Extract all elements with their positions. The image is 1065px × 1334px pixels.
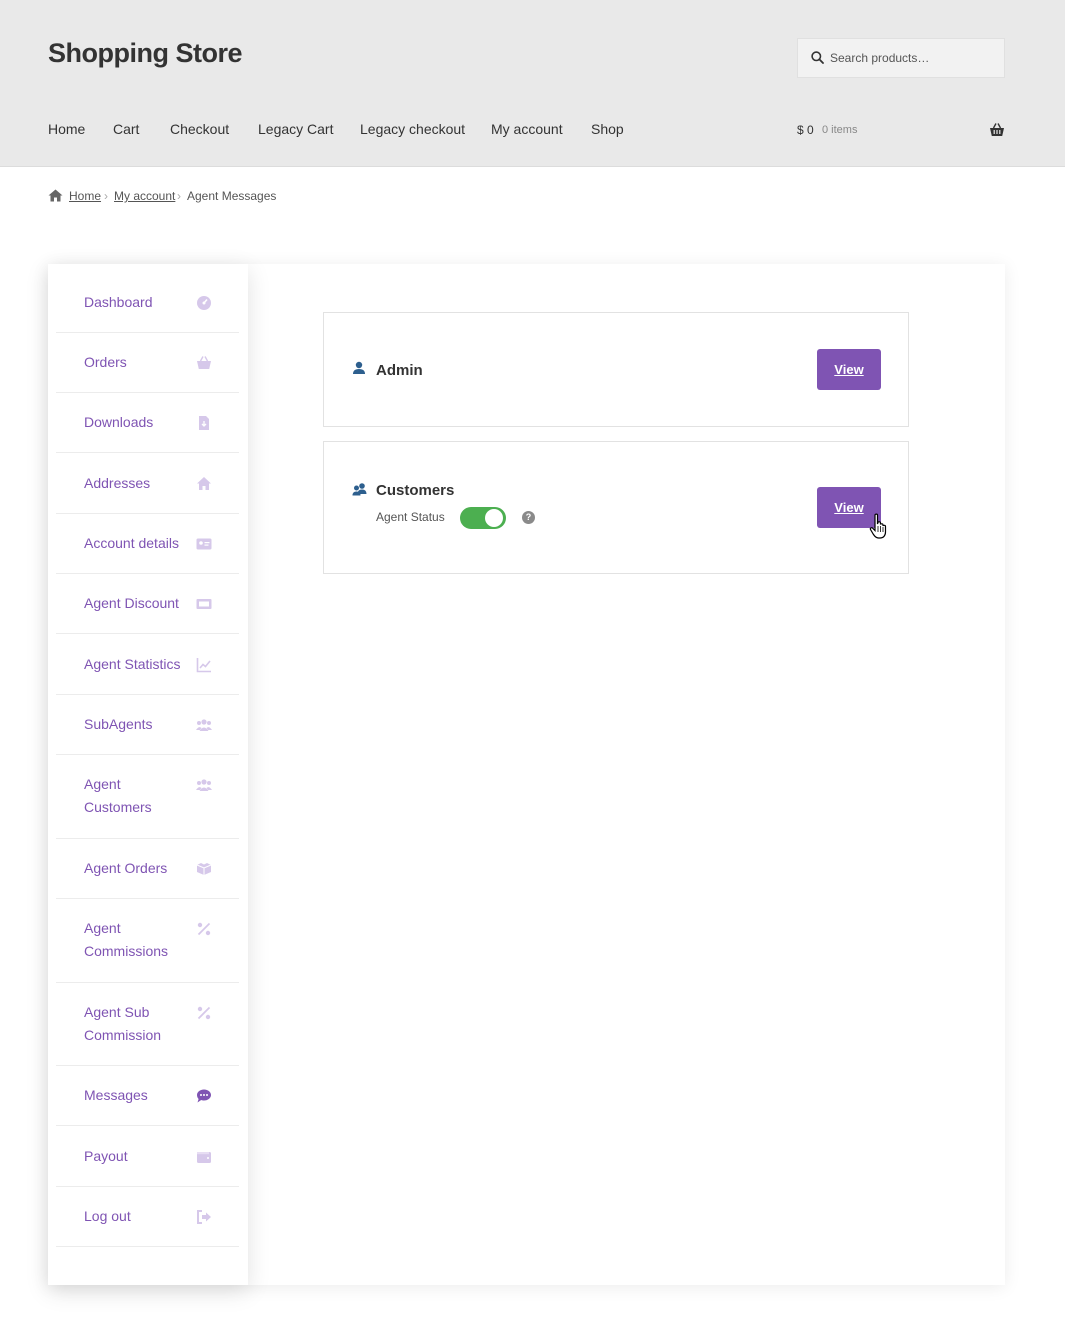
- nav-legacy-checkout[interactable]: Legacy checkout: [360, 121, 465, 137]
- sidebar-item-subagents[interactable]: SubAgents: [56, 695, 239, 755]
- sidebar-item-label: Agent Sub Commission: [84, 1004, 162, 1043]
- breadcrumb-home[interactable]: Home: [69, 189, 101, 203]
- nav-shop[interactable]: Shop: [591, 121, 624, 137]
- message-card-admin: Admin View: [323, 312, 909, 427]
- sidebar-item-label: Log out: [84, 1208, 131, 1224]
- sign-out-icon: [197, 1210, 211, 1224]
- id-card-icon: [196, 538, 212, 550]
- sidebar-item-orders[interactable]: Orders: [56, 333, 239, 393]
- sidebar-item-label: Orders: [84, 354, 127, 370]
- nav-checkout[interactable]: Checkout: [170, 121, 229, 137]
- wallet-icon: [197, 1152, 211, 1163]
- breadcrumb-my-account[interactable]: My account: [114, 189, 175, 203]
- sidebar-item-label: Addresses: [84, 475, 151, 491]
- sidebar-item-label: Agent Discount: [84, 595, 179, 611]
- sidebar-item-addresses[interactable]: Addresses: [56, 453, 239, 514]
- sidebar-item-log-out[interactable]: Log out: [56, 1187, 239, 1247]
- cart-count: 0 items: [822, 124, 858, 136]
- sidebar-item-agent-statistics[interactable]: Agent Statistics: [56, 634, 239, 695]
- sidebar-item-label: Agent Commissions: [84, 920, 169, 959]
- dashboard-gauge-icon: [197, 296, 211, 310]
- basket-icon: [197, 356, 211, 369]
- line-chart-icon: [196, 658, 211, 673]
- sidebar-item-agent-discount[interactable]: Agent Discount: [56, 574, 239, 634]
- nav-my-account[interactable]: My account: [491, 121, 563, 137]
- toggle-knob: [485, 509, 503, 527]
- agent-status-toggle[interactable]: [460, 507, 506, 529]
- view-admin-messages-button[interactable]: View: [817, 349, 881, 390]
- breadcrumb-separator: ›: [104, 189, 108, 203]
- nav-cart[interactable]: Cart: [113, 121, 139, 137]
- site-title[interactable]: Shopping Store: [48, 38, 242, 69]
- site-header: Shopping Store Home Cart Checkout Legacy…: [0, 0, 1065, 167]
- sidebar-item-label: Messages: [84, 1087, 148, 1103]
- sidebar-item-label: Agent Orders: [84, 860, 168, 876]
- card-title-customers: Customers: [376, 482, 455, 499]
- help-icon[interactable]: ?: [522, 511, 535, 524]
- search-box[interactable]: [797, 38, 1005, 78]
- sidebar-item-label: SubAgents: [84, 716, 153, 732]
- chat-bubble-icon: [197, 1089, 211, 1103]
- user-icon: [353, 361, 365, 374]
- sidebar-item-payout[interactable]: Payout: [56, 1126, 239, 1187]
- hand-cursor-icon: [869, 513, 887, 539]
- breadcrumb-separator: ›: [177, 189, 181, 203]
- sidebar-item-label: Downloads: [84, 414, 154, 430]
- agent-status-label: Agent Status: [376, 510, 445, 524]
- sidebar-item-messages[interactable]: Messages: [56, 1066, 239, 1126]
- home-icon: [197, 477, 211, 490]
- cart-amount: $ 0: [797, 123, 814, 137]
- sidebar-item-label: Agent Customers: [84, 776, 152, 815]
- search-input[interactable]: [830, 39, 1000, 77]
- sidebar-item-label: Agent Statistics: [84, 656, 181, 672]
- sidebar-item-label: Account details: [84, 535, 179, 551]
- nav-legacy-cart[interactable]: Legacy Cart: [258, 121, 333, 137]
- sidebar-item-agent-customers[interactable]: Agent Customers: [56, 755, 239, 839]
- users-icon: [196, 779, 212, 791]
- percent-icon: [197, 922, 211, 936]
- sidebar-item-agent-sub-commission[interactable]: Agent Sub Commission: [56, 983, 239, 1066]
- file-download-icon: [199, 416, 209, 430]
- nav-home[interactable]: Home: [48, 121, 85, 137]
- sidebar-item-agent-orders[interactable]: Agent Orders: [56, 839, 239, 899]
- percent-icon: [197, 1006, 211, 1020]
- header-cart[interactable]: $ 0 0 items: [797, 122, 1005, 140]
- sidebar-item-agent-commissions[interactable]: Agent Commissions: [56, 899, 239, 983]
- sidebar-item-account-details[interactable]: Account details: [56, 514, 239, 574]
- account-navigation: Dashboard Orders Downloads Addresses Acc…: [48, 264, 248, 1285]
- card-title-admin: Admin: [376, 362, 423, 379]
- search-icon: [811, 51, 824, 64]
- ticket-icon: [196, 599, 212, 609]
- home-icon: [48, 189, 63, 202]
- sidebar-item-label: Payout: [84, 1148, 128, 1164]
- boxes-icon: [196, 863, 212, 875]
- message-card-customers: Customers Agent Status ? View: [323, 441, 909, 574]
- basket-icon[interactable]: [989, 122, 1005, 138]
- sidebar-item-label: Dashboard: [84, 294, 153, 310]
- users-icon: [196, 719, 212, 731]
- breadcrumb-current: Agent Messages: [187, 189, 277, 203]
- sidebar-item-downloads[interactable]: Downloads: [56, 393, 239, 453]
- users-icon: [352, 483, 367, 496]
- sidebar-item-dashboard[interactable]: Dashboard: [56, 272, 239, 333]
